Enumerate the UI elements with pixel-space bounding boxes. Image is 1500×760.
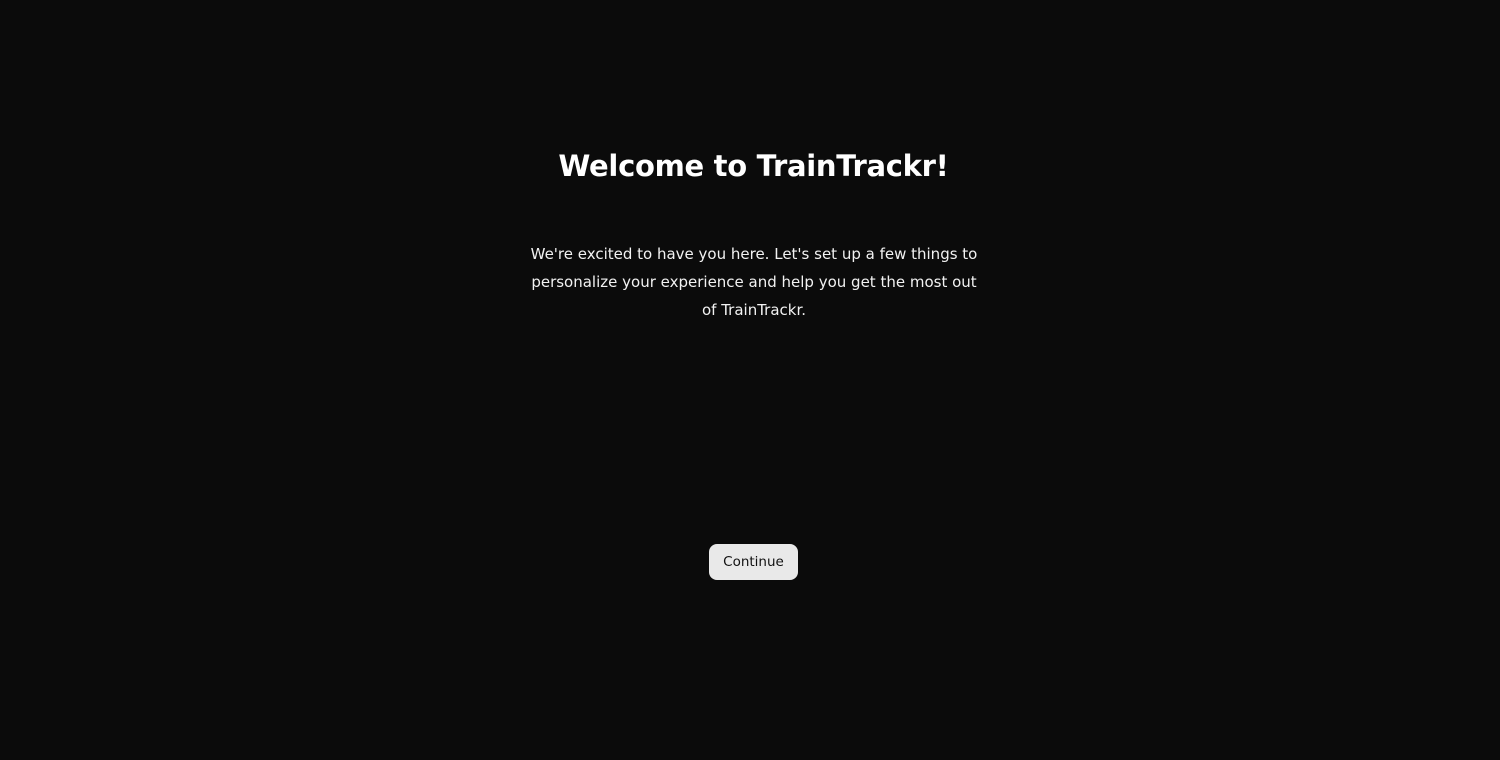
continue-button[interactable]: Continue [709, 544, 798, 580]
welcome-title: Welcome to TrainTrackr! [558, 149, 949, 183]
welcome-message: We're excited to have you here. Let's se… [530, 245, 978, 319]
onboarding-screen: Welcome to TrainTrackr! We're excited to… [0, 0, 1500, 760]
